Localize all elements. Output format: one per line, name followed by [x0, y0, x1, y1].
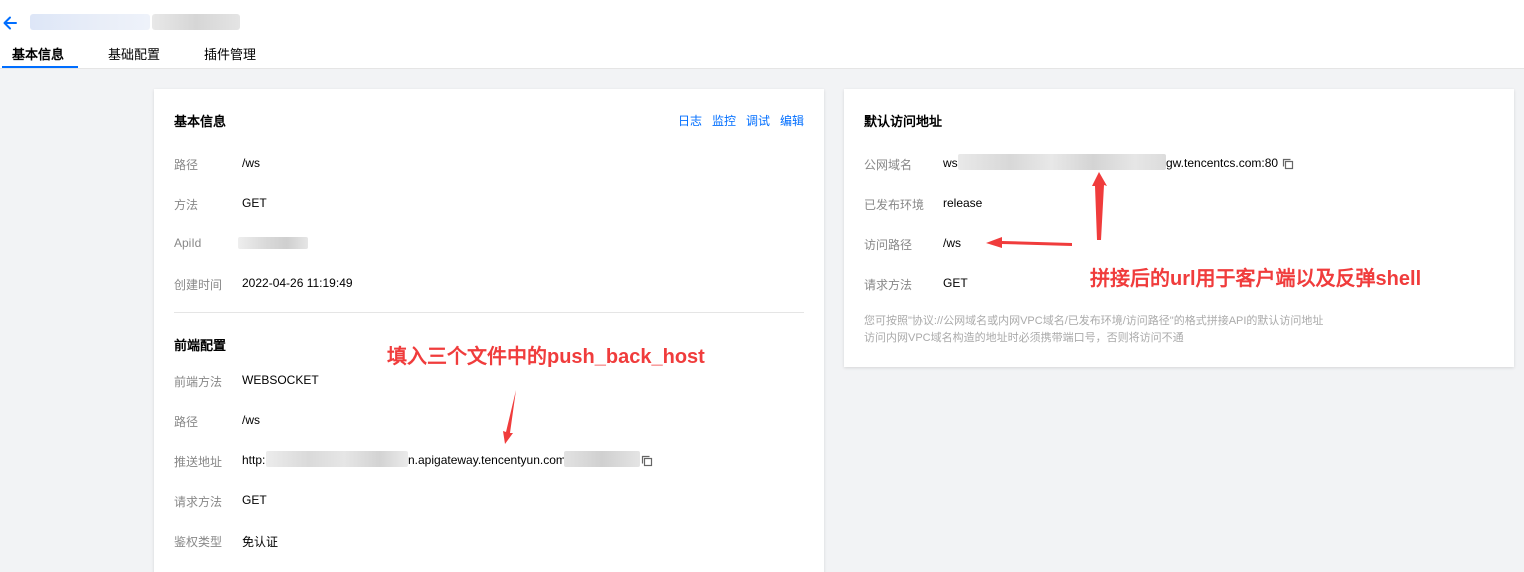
public-domain-prefix: ws — [943, 156, 958, 170]
public-domain-redacted — [958, 154, 1166, 170]
created-time-label: 创建时间 — [174, 278, 223, 292]
frontend-path-label: 路径 — [174, 415, 199, 429]
basic-info-card: 基本信息 日志 监控 调试 编辑 路径 /ws 方法 GET ApiId 创建时… — [154, 89, 824, 572]
edit-link[interactable]: 编辑 — [780, 112, 804, 129]
path-label: 路径 — [174, 158, 199, 172]
back-arrow-icon[interactable] — [2, 14, 18, 32]
monitor-link[interactable]: 监控 — [712, 112, 736, 129]
page-title-redacted-2 — [152, 14, 240, 30]
copy-icon[interactable] — [641, 455, 653, 467]
page-header: 基本信息 基础配置 插件管理 — [0, 0, 1524, 69]
published-env-label: 已发布环境 — [864, 198, 925, 212]
active-tab-indicator — [2, 66, 78, 68]
default-access-card: 默认访问地址 公网域名 ws gw.tencentcs.com:80 已发布环境… — [844, 89, 1514, 367]
auth-type-label: 鉴权类型 — [174, 535, 223, 549]
annotation-url-note: 拼接后的url用于客户端以及反弹shell — [1090, 268, 1422, 290]
method-value: GET — [242, 196, 267, 210]
push-address-redacted — [266, 451, 408, 467]
hint-line-1: 您可按照"协议://公网域名或内网VPC域名/已发布环境/访问路径"的格式拼接A… — [864, 315, 1324, 327]
apiid-label: ApiId — [174, 236, 202, 250]
section-divider — [174, 312, 804, 313]
published-env-value: release — [943, 196, 983, 210]
push-address-prefix: http: — [242, 453, 266, 467]
debug-link[interactable]: 调试 — [746, 112, 770, 129]
public-domain-suffix: gw.tencentcs.com:80 — [1166, 156, 1279, 170]
request-method-label: 请求方法 — [174, 495, 223, 509]
request-method-value: GET — [943, 276, 968, 290]
frontend-path-value: /ws — [242, 413, 260, 427]
push-address-port-redacted — [564, 451, 640, 467]
page-title-redacted — [30, 14, 150, 30]
created-time-value: 2022-04-26 11:19:49 — [242, 276, 353, 290]
public-domain-label: 公网域名 — [864, 158, 913, 172]
method-label: 方法 — [174, 198, 199, 212]
tab-basic-config[interactable]: 基础配置 — [108, 44, 160, 63]
push-address-label: 推送地址 — [174, 455, 223, 469]
apiid-value-redacted — [238, 237, 308, 249]
push-address-host: n.apigateway.tencentyun.com — [408, 453, 566, 467]
tab-plugin-management[interactable]: 插件管理 — [204, 44, 256, 63]
frontend-method-value: WEBSOCKET — [242, 373, 319, 387]
request-method-label: 请求方法 — [864, 278, 913, 292]
annotation-push-back-host: 填入三个文件中的push_back_host — [387, 346, 705, 368]
access-path-label: 访问路径 — [864, 238, 913, 252]
request-method-value: GET — [242, 493, 267, 507]
tab-basic-info[interactable]: 基本信息 — [12, 44, 64, 63]
auth-type-value: 免认证 — [242, 535, 279, 549]
copy-icon[interactable] — [1282, 158, 1294, 170]
path-value: /ws — [242, 156, 260, 170]
basic-info-actions: 日志 监控 调试 编辑 — [678, 112, 804, 129]
basic-info-title: 基本信息 — [174, 114, 227, 129]
frontend-method-label: 前端方法 — [174, 375, 223, 389]
default-access-title: 默认访问地址 — [864, 114, 943, 129]
log-link[interactable]: 日志 — [678, 112, 702, 129]
hint-line-2: 访问内网VPC域名构造的地址时必须携带端口号，否则将访问不通 — [864, 332, 1184, 344]
access-path-value: /ws — [943, 236, 961, 250]
frontend-config-title: 前端配置 — [174, 338, 227, 353]
